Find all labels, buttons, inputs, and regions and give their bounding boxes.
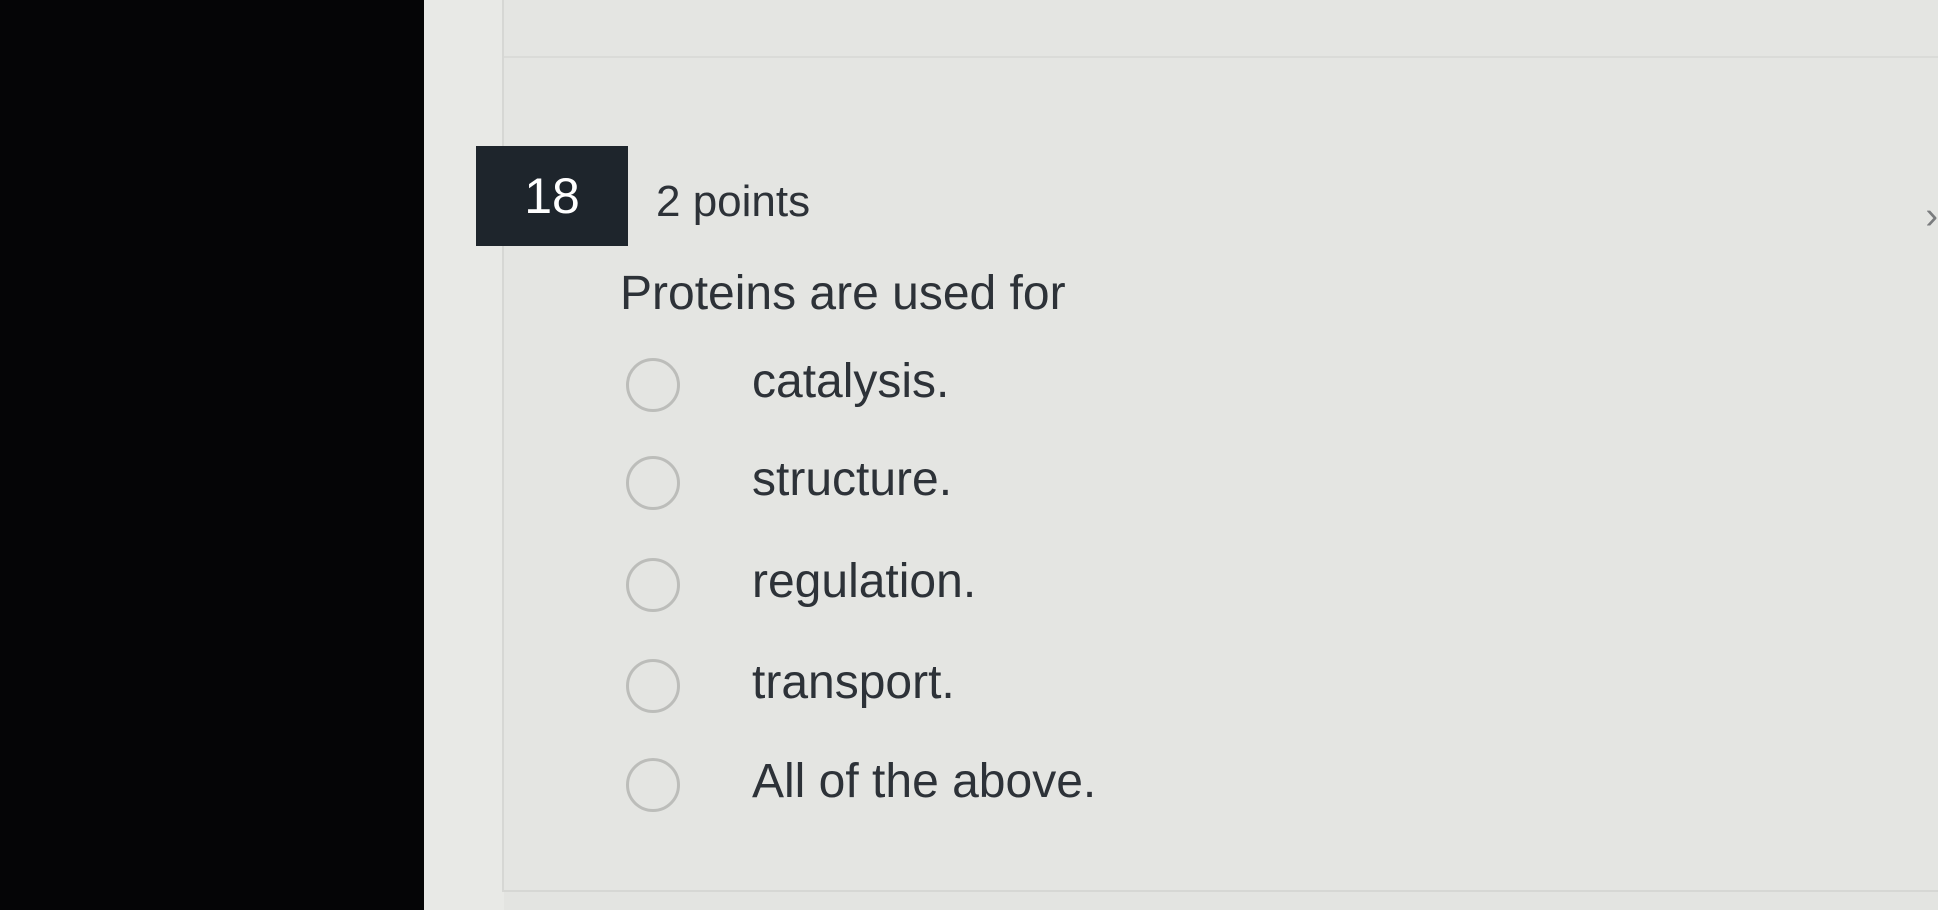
option-catalysis[interactable]: catalysis. xyxy=(620,344,1320,424)
option-label: regulation. xyxy=(752,555,977,608)
option-label: transport. xyxy=(752,656,955,709)
option-label: All of the above. xyxy=(752,755,1097,808)
option-all-of-the-above[interactable]: All of the above. xyxy=(620,744,1320,824)
question-prompt: Proteins are used for xyxy=(620,267,1066,320)
option-structure[interactable]: structure. xyxy=(620,442,1320,522)
option-regulation[interactable]: regulation. xyxy=(620,544,1320,624)
card-divider xyxy=(504,56,1938,58)
option-transport[interactable]: transport. xyxy=(620,645,1320,725)
radio-button[interactable] xyxy=(626,456,680,510)
option-label: catalysis. xyxy=(752,355,950,408)
radio-button[interactable] xyxy=(626,358,680,412)
page-margin xyxy=(424,0,504,910)
radio-button[interactable] xyxy=(626,758,680,812)
radio-button[interactable] xyxy=(626,659,680,713)
screen-bezel xyxy=(0,0,424,910)
question-points: 2 points xyxy=(656,177,811,226)
chevron-right-icon[interactable]: › xyxy=(1925,196,1938,236)
option-label: structure. xyxy=(752,453,953,506)
radio-button[interactable] xyxy=(626,558,680,612)
question-number-badge: 18 xyxy=(476,146,628,246)
